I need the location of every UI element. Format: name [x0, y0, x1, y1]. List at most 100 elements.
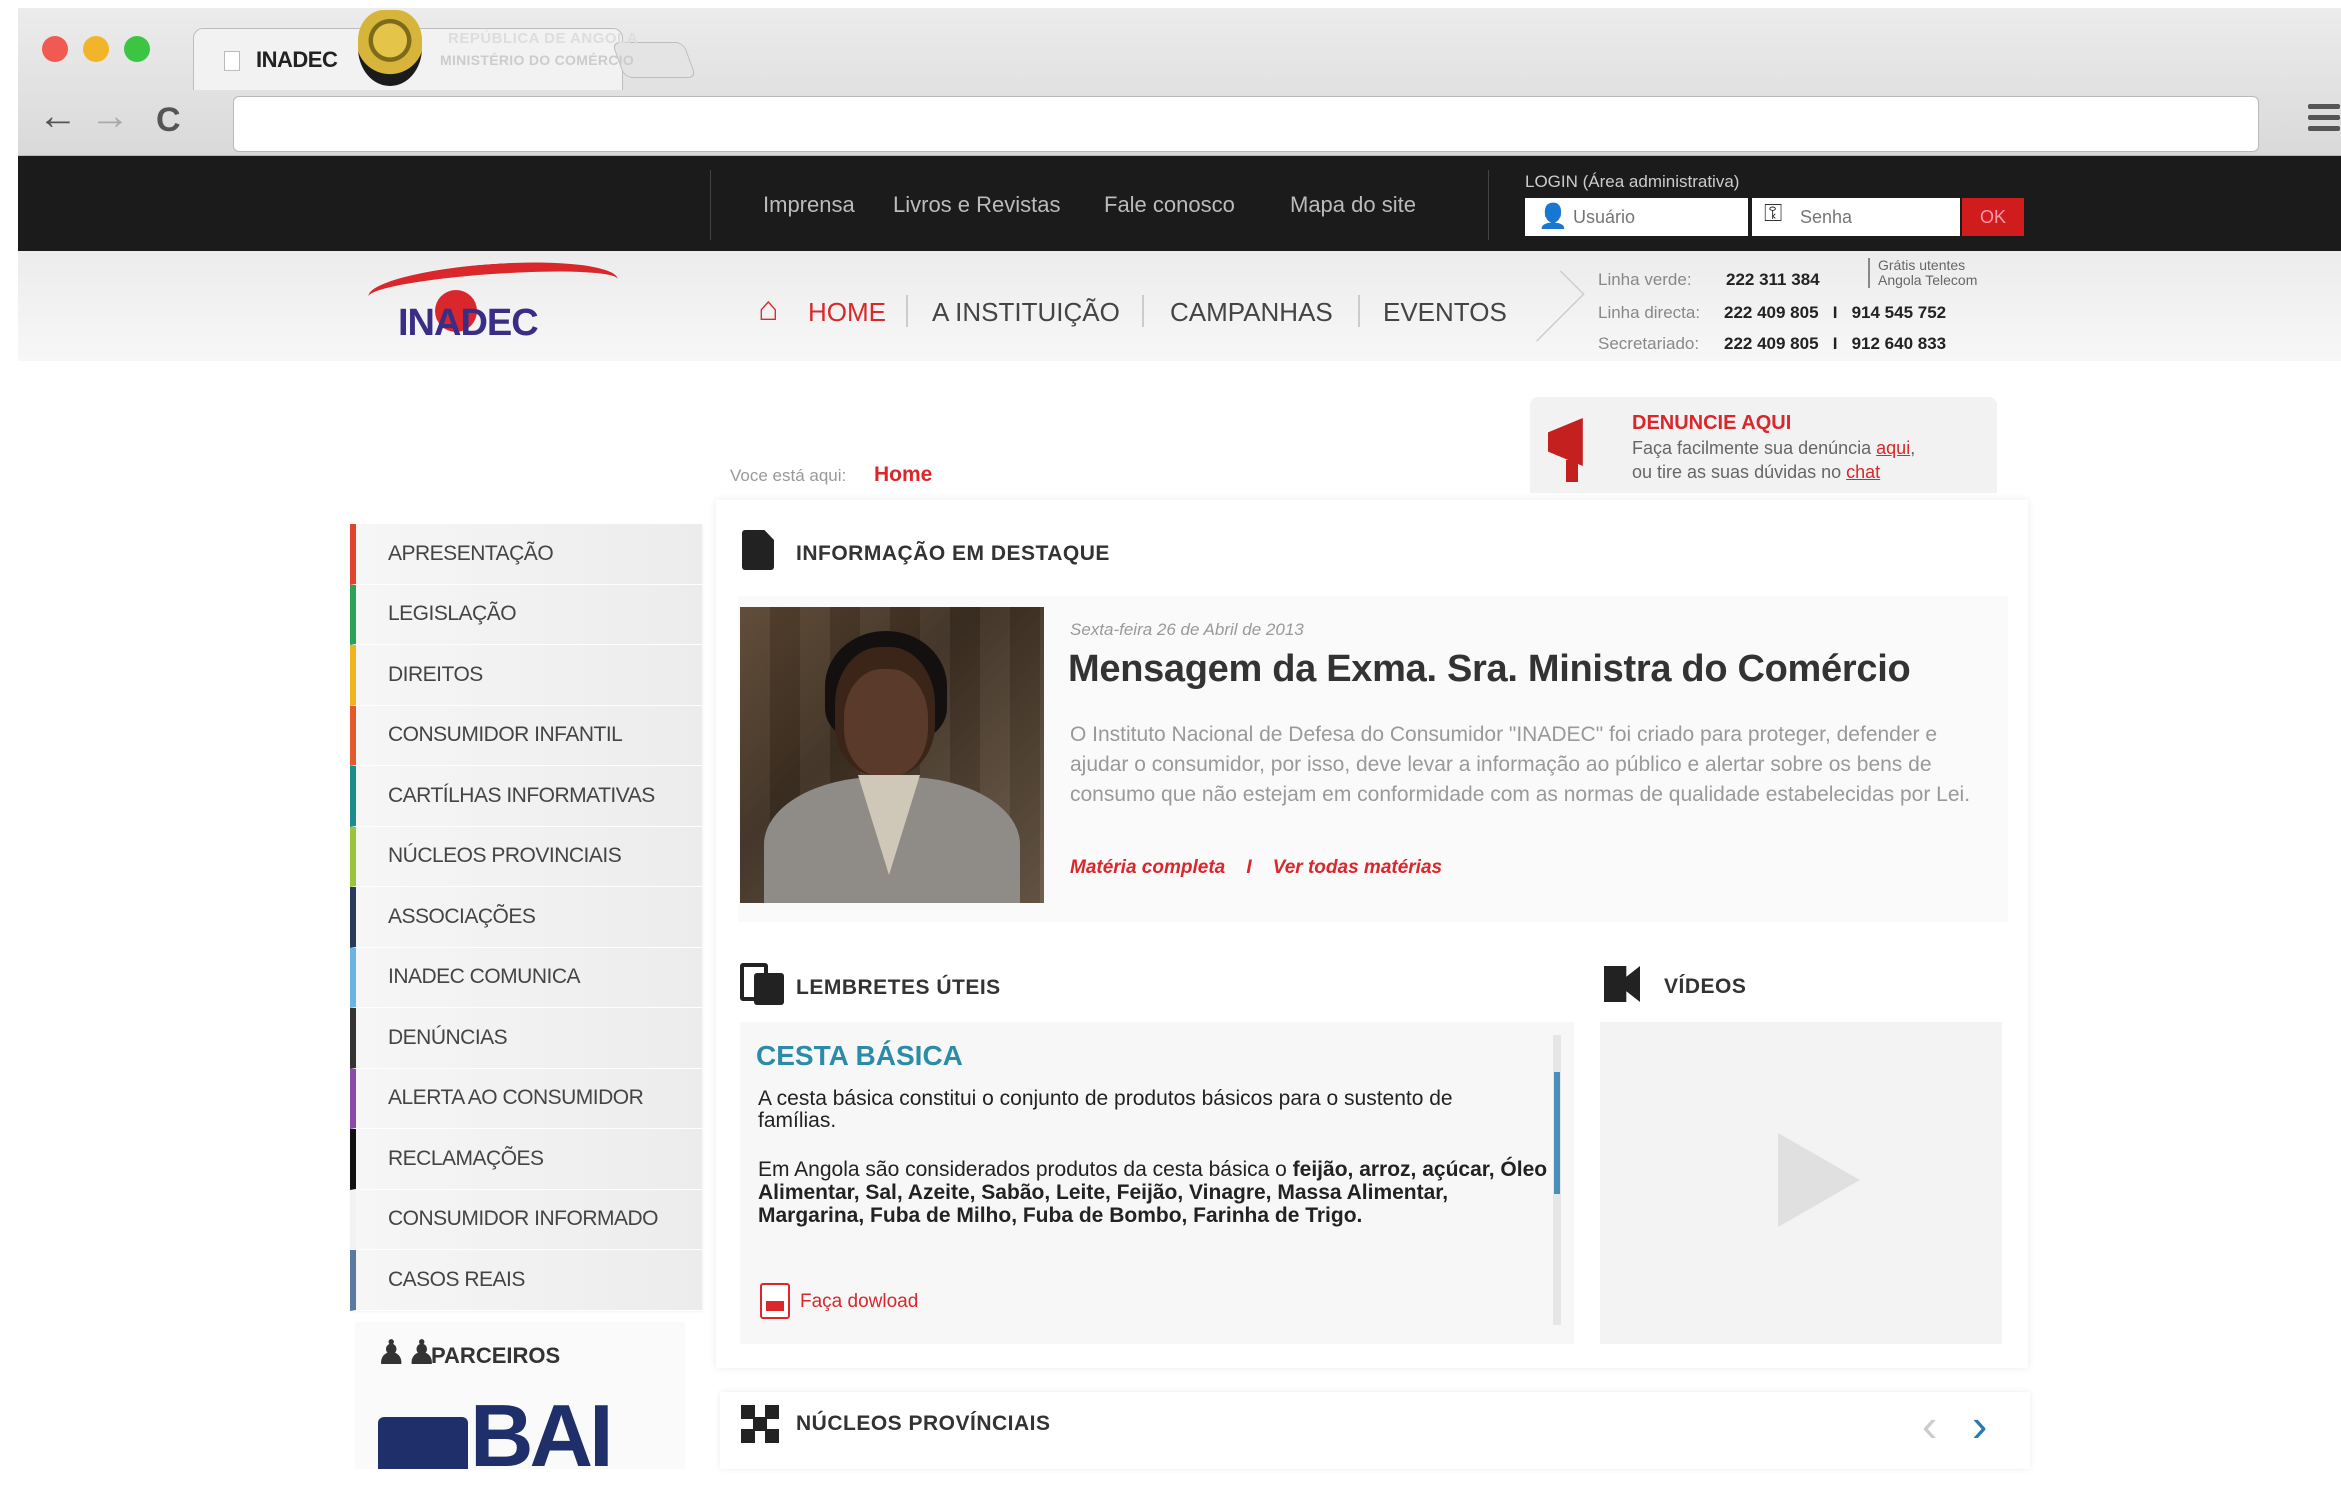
link-separator: I — [1246, 857, 1252, 878]
link-fale-conosco[interactable]: Fale conosco — [1104, 192, 1235, 218]
nav-separator — [1358, 295, 1360, 327]
cesta-basica-products: Em Angola são considerados produtos da c… — [758, 1158, 1548, 1227]
lembretes-section-title: LEMBRETES ÚTEIS — [796, 976, 1001, 999]
denuncie-title[interactable]: DENUNCIE AQUI — [1632, 412, 1791, 435]
back-arrow-icon[interactable]: ← — [38, 96, 78, 136]
browser-menu-icon[interactable] — [2308, 104, 2340, 137]
angola-seal-logo — [358, 10, 422, 86]
minimize-window-icon[interactable] — [83, 36, 109, 62]
link-mapa-site[interactable]: Mapa do site — [1290, 192, 1416, 218]
reload-icon[interactable]: C — [156, 100, 181, 140]
article-title[interactable]: Mensagem da Exma. Sra. Ministra do Comér… — [1068, 648, 1911, 691]
photo-face — [844, 669, 928, 777]
password-input[interactable] — [1752, 198, 1960, 236]
denuncie-aqui-link[interactable]: aqui — [1876, 438, 1910, 458]
chat-text-part: ou tire as suas dúvidas no — [1632, 462, 1847, 482]
contact-label: Secretariado: — [1598, 334, 1700, 353]
sidebar-item-inadec-comunica[interactable]: INADEC COMUNICA — [350, 947, 702, 1008]
clipboard-icon — [740, 963, 786, 1005]
network-node — [765, 1429, 779, 1443]
minister-photo[interactable] — [740, 607, 1044, 903]
login-label: LOGIN (Área administrativa) — [1525, 172, 1740, 191]
sidebar-item-nucleos[interactable]: NÚCLEOS PROVINCIAIS — [350, 826, 702, 887]
inadec-logo[interactable]: INADEC — [398, 302, 539, 345]
sidebar-item-casos-reais[interactable]: CASOS REAIS — [350, 1250, 702, 1311]
sidebar-item-associacoes[interactable]: ASSOCIAÇÕES — [350, 887, 702, 948]
parceiros-title: PARCEIROS — [431, 1343, 561, 1368]
nucleos-section-title: NÚCLEOS PROVÍNCIAIS — [796, 1412, 1051, 1435]
tab-title: INADEC — [256, 47, 338, 72]
denuncie-text-part: Faça facilmente sua denúncia — [1632, 438, 1877, 458]
gratis-note-line: Grátis utentes — [1878, 257, 1966, 273]
bai-logo-mark[interactable] — [378, 1417, 468, 1469]
sidebar-item-denuncias[interactable]: DENÚNCIAS — [350, 1008, 702, 1069]
download-link[interactable]: Faça dowload — [800, 1291, 918, 1313]
address-bar[interactable] — [233, 96, 2259, 152]
cesta-basica-title[interactable]: CESTA BÁSICA — [756, 1040, 963, 1072]
forward-arrow-icon[interactable]: → — [90, 96, 130, 136]
sidebar-item-legislacao[interactable]: LEGISLAÇÃO — [350, 584, 702, 645]
gratis-note-line: Angola Telecom — [1878, 272, 1978, 288]
contact-label: Linha verde: — [1598, 270, 1692, 289]
video-camera-icon — [1604, 966, 1640, 1002]
link-imprensa[interactable]: Imprensa — [763, 192, 855, 218]
chevron-right-icon[interactable]: › — [1972, 1398, 1987, 1452]
republic-label: REPÚBLICA DE ANGOLA — [448, 30, 639, 47]
close-window-icon[interactable] — [42, 36, 68, 62]
nav-campanhas[interactable]: CAMPANHAS — [1170, 297, 1333, 328]
materia-completa-link[interactable]: Matéria completa — [1070, 857, 1225, 878]
sidebar-item-reclamacoes[interactable]: RECLAMAÇÕES — [350, 1129, 702, 1190]
clipboard-front — [754, 973, 784, 1005]
key-icon: ⚿ — [1764, 200, 1783, 227]
sidebar-menu: APRESENTAÇÃO LEGISLAÇÃO DIREITOS CONSUMI… — [350, 524, 702, 1311]
sidebar-item-consumidor-informado[interactable]: CONSUMIDOR INFORMADO — [350, 1189, 702, 1250]
ministry-label: MINISTÉRIO DO COMÉRCIO — [440, 52, 635, 68]
sidebar-item-consumidor-infantil[interactable]: CONSUMIDOR INFANTIL — [350, 705, 702, 766]
link-livros-revistas[interactable]: Livros e Revistas — [893, 192, 1061, 218]
megaphone-handle — [1566, 460, 1578, 482]
user-icon: 👤 — [1538, 203, 1568, 230]
people-icon: ♟♟ — [376, 1334, 437, 1372]
nav-instituicao[interactable]: A INSTITUIÇÃO — [932, 297, 1120, 328]
document-icon — [742, 530, 774, 570]
breadcrumb-label: Voce está aqui: — [730, 466, 847, 485]
divider — [710, 170, 711, 240]
contact-number: 222 409 805 I 914 545 752 — [1724, 303, 1947, 322]
videos-section-title: VÍDEOS — [1664, 975, 1747, 998]
nav-separator — [1142, 295, 1144, 327]
chat-link[interactable]: chat — [1846, 462, 1880, 482]
nav-home[interactable]: HOME — [808, 297, 886, 328]
article-summary: O Instituto Nacional de Defesa do Consum… — [1070, 723, 1971, 806]
home-icon[interactable]: ⌂ — [758, 290, 779, 329]
network-node — [741, 1429, 755, 1443]
destaque-section-title: INFORMAÇÃO EM DESTAQUE — [796, 542, 1110, 565]
nav-eventos[interactable]: EVENTOS — [1383, 297, 1507, 328]
divider — [1488, 170, 1489, 240]
contact-label: Linha directa: — [1598, 303, 1701, 322]
login-ok-button[interactable]: OK — [1962, 198, 2024, 236]
ver-todas-link[interactable]: Ver todas matérias — [1273, 857, 1442, 878]
nav-separator — [906, 295, 908, 327]
sidebar-item-cartilhas[interactable]: CARTÍLHAS INFORMATIVAS — [350, 766, 702, 827]
denuncie-text: Faça facilmente sua denúncia aqui, — [1632, 438, 1915, 459]
article-date: Sexta-feira 26 de Abril de 2013 — [1070, 620, 1304, 639]
contact-number: 222 311 384 — [1726, 270, 1820, 289]
maximize-window-icon[interactable] — [124, 36, 150, 62]
article-links: Matéria completa I Ver todas matérias — [1070, 857, 1442, 879]
network-node — [765, 1405, 779, 1419]
chat-text: ou tire as suas dúvidas no chat — [1632, 462, 1880, 483]
gratis-note: Grátis utentes Angola Telecom — [1868, 258, 1977, 288]
network-icon — [741, 1405, 779, 1443]
contact-number: 222 409 805 I 912 640 833 — [1724, 334, 1947, 353]
breadcrumb-home[interactable]: Home — [874, 463, 932, 487]
pdf-icon[interactable] — [760, 1283, 790, 1319]
sidebar-item-alerta[interactable]: ALERTA AO CONSUMIDOR — [350, 1068, 702, 1129]
cesta-products-intro: Em Angola são considerados produtos da c… — [758, 1158, 1293, 1181]
cesta-basica-text: A cesta básica constitui o conjunto de p… — [758, 1087, 1453, 1132]
page-icon — [224, 51, 240, 71]
bai-logo[interactable]: BAI — [470, 1392, 614, 1480]
sidebar-item-apresentacao[interactable]: APRESENTAÇÃO — [350, 524, 702, 585]
lembretes-scroll-thumb[interactable] — [1554, 1072, 1560, 1194]
chevron-left-icon[interactable]: ‹ — [1922, 1398, 1937, 1452]
sidebar-item-direitos[interactable]: DIREITOS — [350, 645, 702, 706]
